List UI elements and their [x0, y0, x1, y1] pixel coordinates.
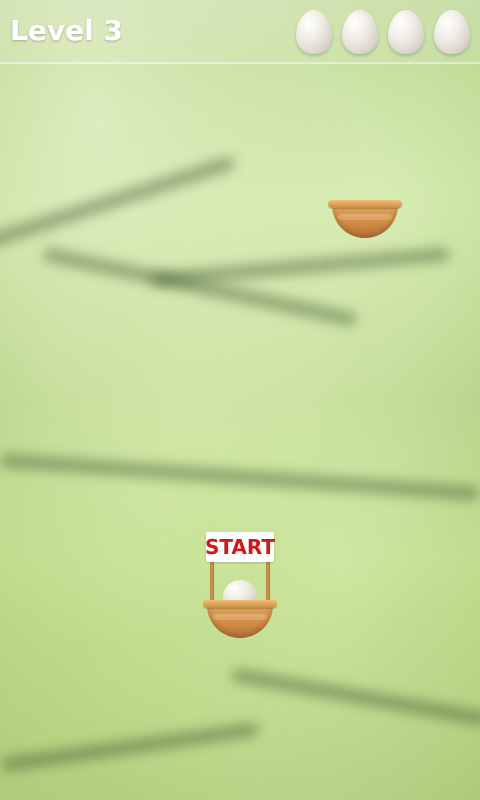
- top-basket[interactable]: [328, 200, 402, 240]
- background-branch: [230, 667, 480, 727]
- start-sign[interactable]: START: [204, 532, 276, 562]
- egg-icon: [434, 10, 470, 54]
- egg-icon: [342, 10, 378, 54]
- level-label: Level 3: [10, 14, 123, 47]
- egg-icon: [296, 10, 332, 54]
- background-branch: [0, 453, 480, 501]
- start-basket-group[interactable]: START: [202, 532, 278, 638]
- top-hud-bar: Level 3: [0, 0, 480, 64]
- start-basket[interactable]: [203, 600, 277, 640]
- start-sign-post-left: [210, 560, 214, 602]
- background-branch: [0, 155, 236, 249]
- start-sign-post-right: [266, 560, 270, 602]
- basket-bowl: [332, 204, 398, 238]
- basket-rim: [203, 600, 277, 608]
- background-branch: [0, 721, 260, 773]
- egg-icon: [388, 10, 424, 54]
- background-branch: [149, 246, 451, 288]
- basket-bowl: [207, 604, 273, 638]
- start-label: START: [204, 535, 276, 559]
- lives-indicator: [296, 10, 470, 54]
- basket-rim: [328, 200, 402, 208]
